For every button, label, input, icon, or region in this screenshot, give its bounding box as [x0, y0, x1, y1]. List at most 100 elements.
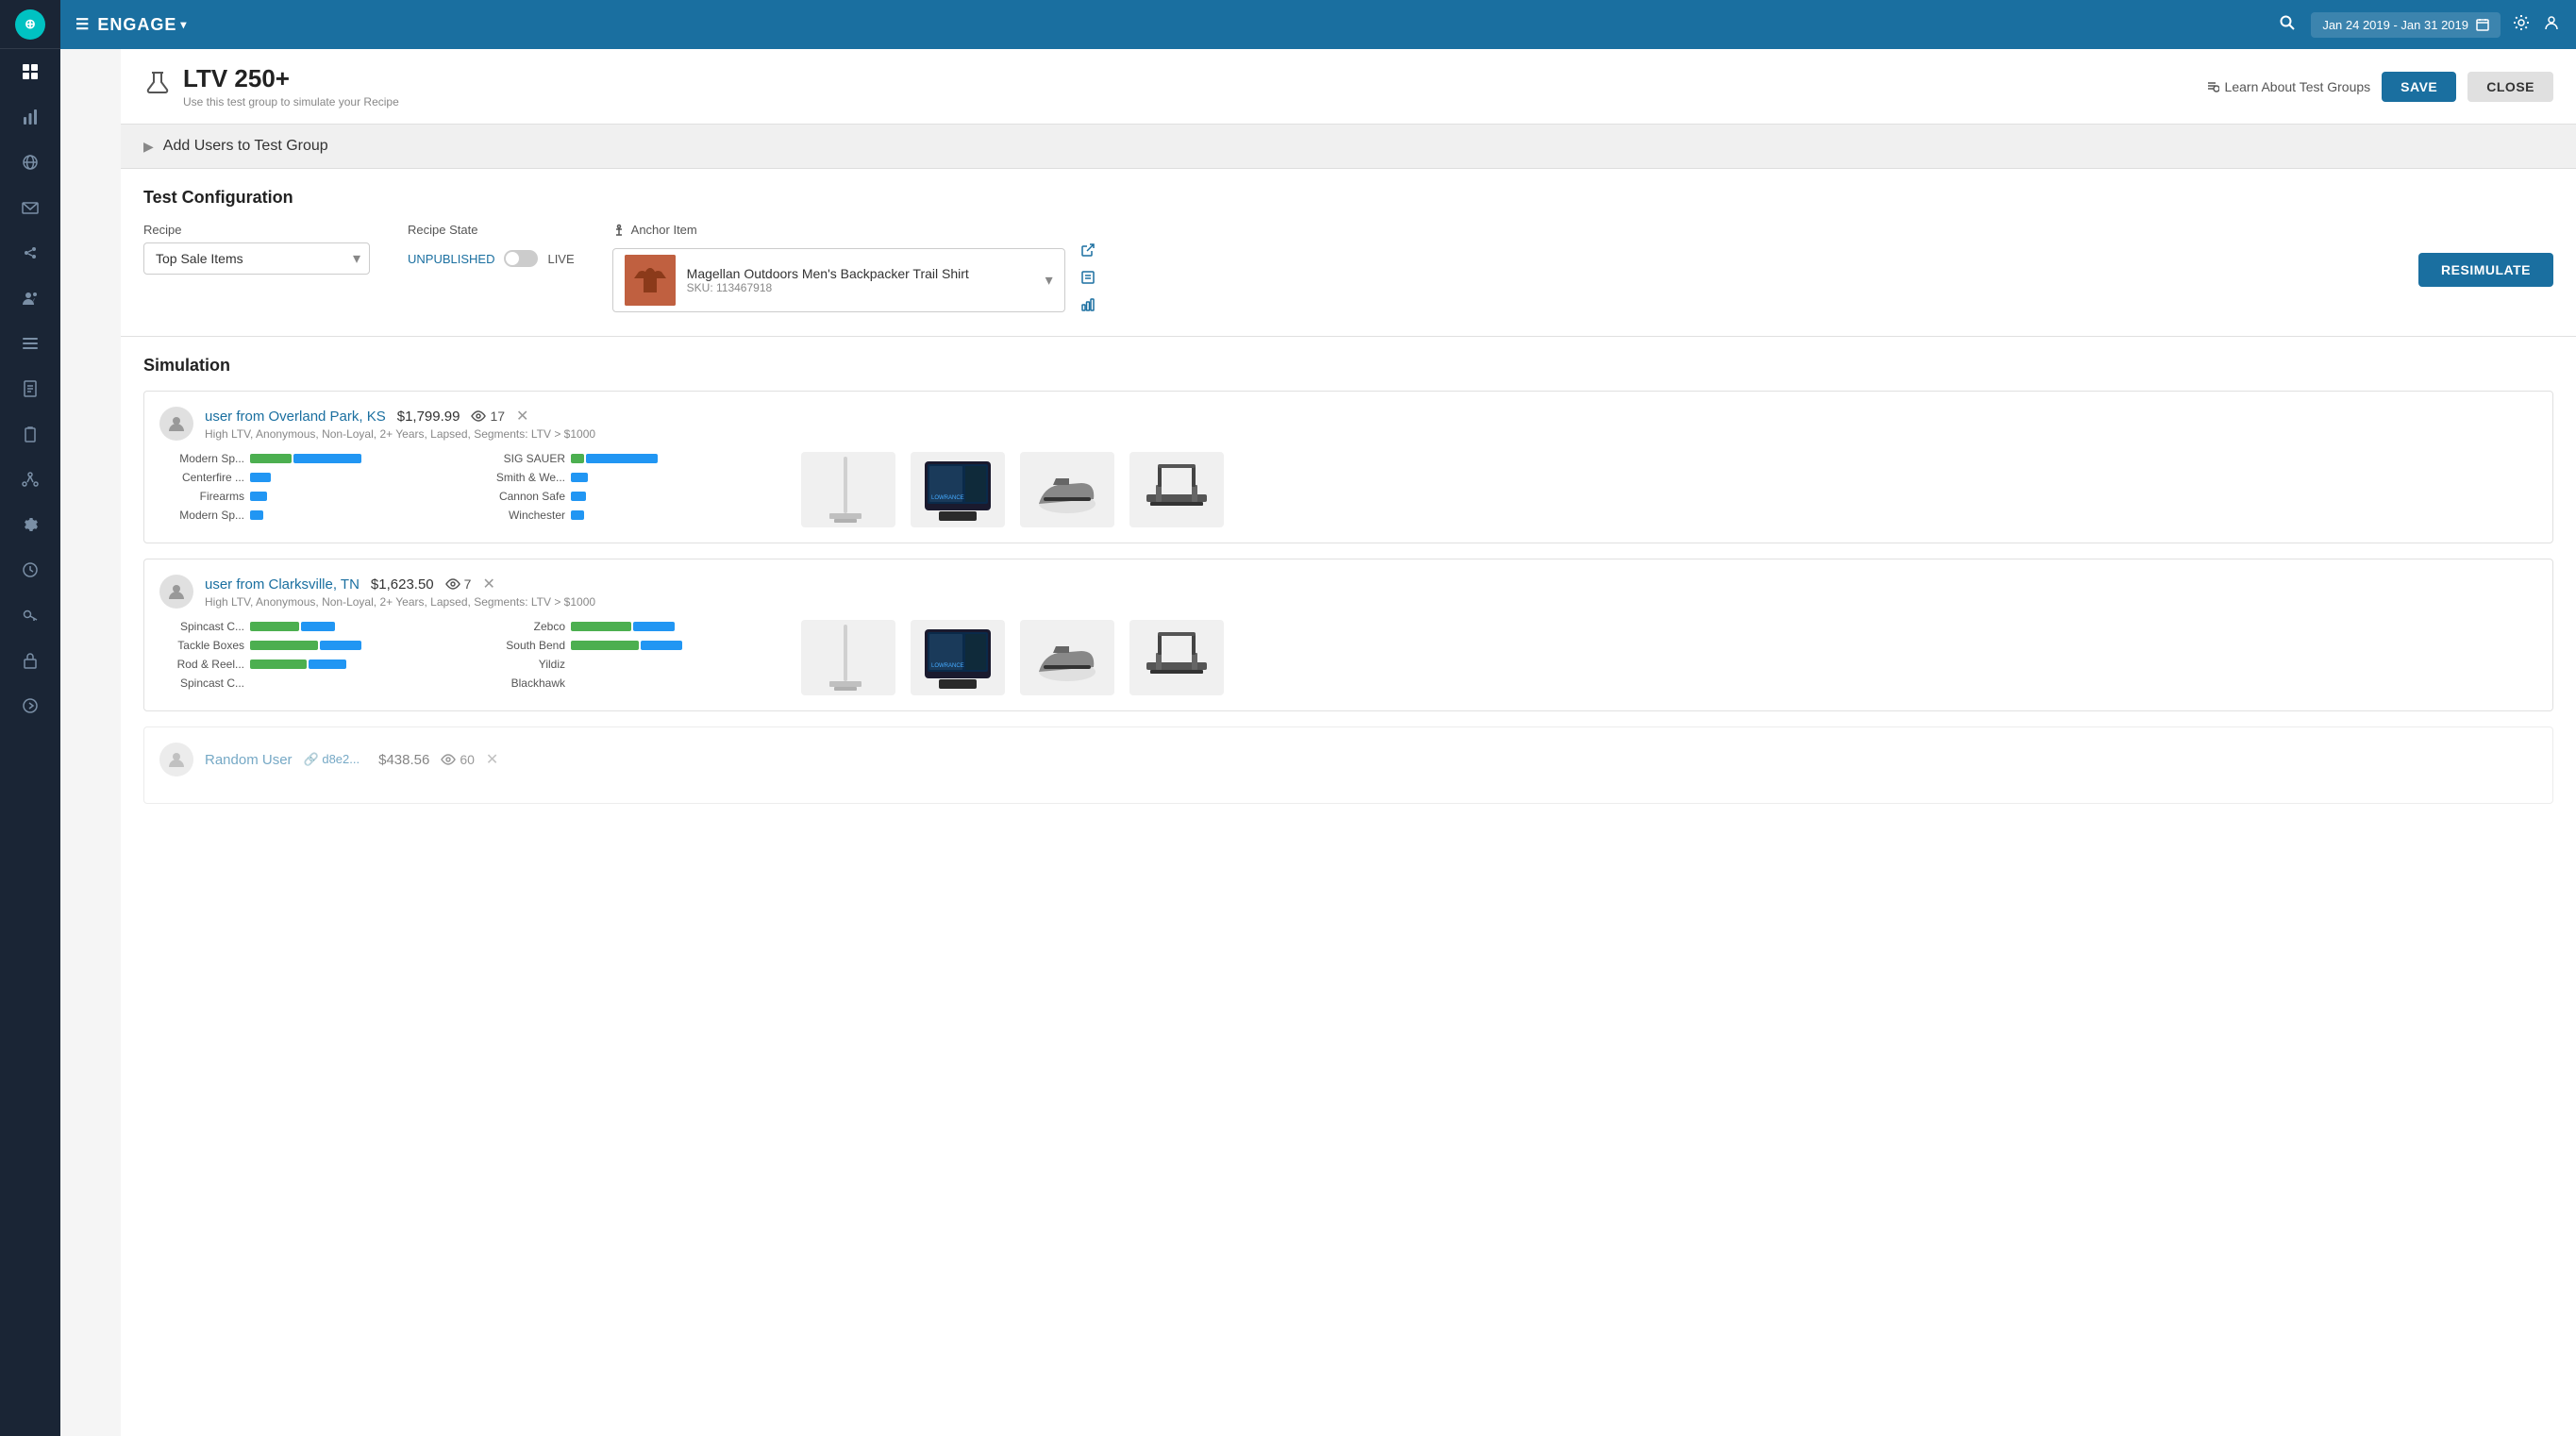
sidebar-item-list[interactable] [0, 321, 60, 366]
category-row: Zebco [480, 620, 782, 633]
svg-text:LOWRANCE: LOWRANCE [931, 663, 964, 669]
user-tags: High LTV, Anonymous, Non-Loyal, 2+ Years… [205, 595, 2537, 609]
category-name: Yildiz [480, 658, 565, 671]
topnav-profile-icon[interactable] [2542, 13, 2561, 37]
sidebar-item-clipboard[interactable] [0, 411, 60, 457]
categories-left: Spincast C... Tackle Boxes Rod & Reel...… [159, 620, 461, 695]
product-image-1: LOWRANCE [911, 452, 1005, 527]
header-bar: LTV 250+ Use this test group to simulate… [121, 49, 2576, 125]
topnav-settings-icon[interactable] [2512, 13, 2531, 37]
bar-green [571, 454, 584, 463]
user-ltv: $1,799.99 [397, 409, 460, 425]
category-name: Winchester [480, 509, 565, 522]
sidebar-item-key[interactable] [0, 593, 60, 638]
sidebar-item-arrow[interactable] [0, 683, 60, 728]
bar-container [250, 622, 335, 631]
bar-blue [301, 622, 335, 631]
config-row: Recipe Top Sale Items Recipe State UNPUB… [143, 223, 2553, 317]
bar-blue [250, 473, 271, 482]
anchor-product-name: Magellan Outdoors Men's Backpacker Trail… [687, 266, 1034, 281]
header-text: LTV 250+ Use this test group to simulate… [183, 64, 399, 109]
user-name[interactable]: user from Clarksville, TN [205, 576, 360, 593]
anchor-chevron-icon: ▾ [1045, 271, 1053, 290]
anchor-details: Magellan Outdoors Men's Backpacker Trail… [687, 266, 1034, 294]
user-avatar [159, 743, 193, 776]
bar-container [571, 510, 584, 520]
category-row: Modern Sp... [159, 509, 461, 522]
sidebar-item-history[interactable] [0, 547, 60, 593]
user-remove-icon[interactable]: ✕ [486, 750, 498, 769]
categories-left: Modern Sp... Centerfire ... Firearms Mod… [159, 452, 461, 527]
close-button[interactable]: CLOSE [2467, 72, 2553, 102]
add-users-section[interactable]: ▶ Add Users to Test Group [121, 125, 2576, 169]
topnav-search-icon[interactable] [2279, 14, 2296, 36]
category-name: Cannon Safe [480, 490, 565, 503]
topnav-brand-label: ENGAGE [97, 15, 176, 35]
bar-blue [250, 510, 263, 520]
topnav-brand[interactable]: ☰ ENGAGE ▾ [75, 15, 187, 35]
bar-blue [309, 660, 346, 669]
main-content: LTV 250+ Use this test group to simulate… [121, 49, 2576, 1436]
bar-container [250, 454, 361, 463]
user-info: Random User 🔗 d8e2... $438.56 60 ✕ [205, 750, 2537, 769]
sidebar-item-segments[interactable] [0, 230, 60, 276]
sidebar-item-settings[interactable] [0, 502, 60, 547]
user-remove-icon[interactable]: ✕ [482, 575, 494, 593]
bar-blue [293, 454, 361, 463]
category-name: Smith & We... [480, 471, 565, 484]
sidebar-item-lock[interactable] [0, 638, 60, 683]
learn-about-test-groups-link[interactable]: Learn About Test Groups [2204, 79, 2371, 94]
anchor-item-label: Anchor Item [631, 223, 697, 237]
user-remove-icon[interactable]: ✕ [516, 407, 528, 426]
sidebar-item-analytics[interactable] [0, 94, 60, 140]
recipe-state-row: UNPUBLISHED LIVE [408, 250, 575, 267]
user-name-row: user from Clarksville, TN $1,623.50 7 ✕ [205, 575, 2537, 593]
category-name: Tackle Boxes [159, 639, 244, 652]
category-row: Tackle Boxes [159, 639, 461, 652]
user-info: user from Overland Park, KS $1,799.99 17… [205, 407, 2537, 441]
category-row: SIG SAUER [480, 452, 782, 465]
categories-right: SIG SAUER Smith & We... Cannon Safe Winc… [480, 452, 782, 527]
save-button[interactable]: SAVE [2382, 72, 2456, 102]
categories-right: Zebco South Bend Yildiz Blackhawk [480, 620, 782, 695]
category-row: Winchester [480, 509, 782, 522]
sidebar-item-globe[interactable] [0, 140, 60, 185]
recipe-select[interactable]: Top Sale Items [143, 242, 370, 275]
user-name[interactable]: user from Overland Park, KS [205, 409, 386, 425]
topnav-date-range[interactable]: Jan 24 2019 - Jan 31 2019 [2311, 12, 2501, 38]
recipe-label: Recipe [143, 223, 370, 237]
sidebar-item-network[interactable] [0, 457, 60, 502]
sidebar-item-docs[interactable] [0, 366, 60, 411]
category-name: SIG SAUER [480, 452, 565, 465]
recipe-state-toggle[interactable] [504, 250, 538, 267]
sidebar-item-users[interactable] [0, 276, 60, 321]
sidebar-logo[interactable]: ⊕ [0, 0, 60, 49]
sidebar-item-email[interactable] [0, 185, 60, 230]
bar-blue [633, 622, 675, 631]
simulation-section: Simulation user from Overland Park, KS $… [121, 337, 2576, 838]
user-name-row: user from Overland Park, KS $1,799.99 17… [205, 407, 2537, 426]
category-row: Centerfire ... [159, 471, 461, 484]
add-users-chevron-icon: ▶ [143, 139, 154, 155]
anchor-chart-icon[interactable] [1080, 297, 1096, 317]
resimulate-button[interactable]: RESIMULATE [2418, 253, 2553, 287]
anchor-external-link-icon[interactable] [1080, 242, 1096, 262]
sidebar-item-dashboard[interactable] [0, 49, 60, 94]
anchor-product-sku: SKU: 113467918 [687, 281, 1034, 294]
user-views: 17 [471, 409, 505, 424]
user-card-partial: Random User 🔗 d8e2... $438.56 60 ✕ [143, 726, 2553, 804]
category-row: Spincast C... [159, 676, 461, 690]
user-name[interactable]: Random User [205, 752, 293, 768]
product-image-3 [1129, 452, 1224, 527]
bar-green [250, 622, 299, 631]
svg-text:LOWRANCE: LOWRANCE [931, 495, 964, 501]
anchor-list-icon[interactable] [1080, 270, 1096, 290]
bar-blue [320, 641, 361, 650]
recipe-field: Recipe Top Sale Items [143, 223, 370, 275]
topnav: ☰ ENGAGE ▾ Jan 24 2019 - Jan 31 2019 [60, 0, 2576, 49]
category-name: Modern Sp... [159, 452, 244, 465]
recipe-state-field: Recipe State UNPUBLISHED LIVE [408, 223, 575, 267]
sidebar: ⊕ [0, 0, 60, 1436]
bar-green [571, 641, 639, 650]
category-row: Modern Sp... [159, 452, 461, 465]
